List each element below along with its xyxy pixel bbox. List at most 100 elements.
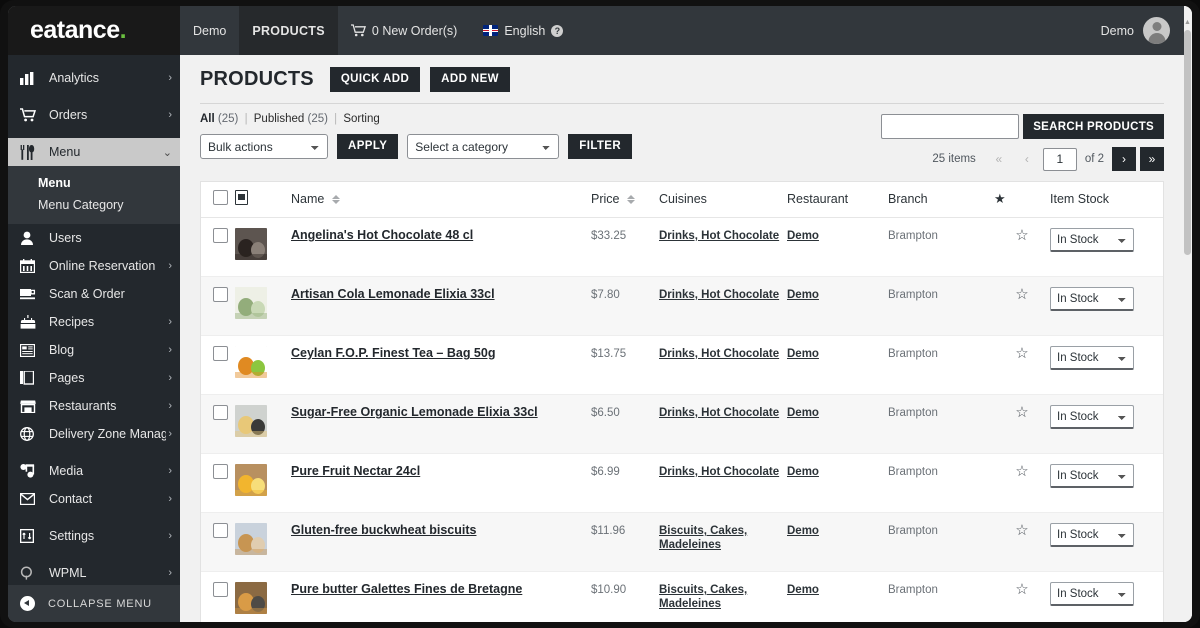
sidebar-item-pages[interactable]: Pages › — [8, 364, 180, 392]
pagination-page-input[interactable] — [1042, 147, 1077, 171]
collapse-menu-button[interactable]: COLLAPSE MENU — [8, 585, 180, 622]
item-stock-select[interactable]: In StockOut of Stock — [1050, 464, 1134, 489]
cuisine-link[interactable]: Biscuits, Cakes, Madeleines — [659, 584, 747, 610]
cuisine-link[interactable]: Drinks, Hot Chocolate — [659, 348, 779, 360]
search-products-button[interactable]: SEARCH PRODUCTS — [1023, 114, 1164, 140]
row-checkbox[interactable] — [213, 228, 228, 244]
sidebar-item-users[interactable]: Users — [8, 224, 180, 252]
favorite-star-icon[interactable]: ☆ — [1015, 522, 1028, 539]
pagination-first-button[interactable]: « — [987, 147, 1011, 171]
row-checkbox[interactable] — [213, 523, 228, 539]
product-name-link[interactable]: Ceylan F.O.P. Finest Tea – Bag 50g — [291, 346, 495, 360]
product-thumbnail[interactable] — [235, 287, 267, 320]
category-select[interactable]: Select a category — [407, 134, 560, 160]
product-name-link[interactable]: Sugar-Free Organic Lemonade Elixia 33cl — [291, 405, 538, 419]
avatar[interactable] — [1143, 17, 1170, 44]
item-stock-select[interactable]: In StockOut of Stock — [1050, 523, 1134, 548]
product-thumbnail[interactable] — [235, 464, 267, 497]
row-checkbox[interactable] — [213, 346, 228, 362]
product-thumbnail[interactable] — [235, 346, 267, 379]
status-all-label[interactable]: All — [200, 113, 215, 125]
favorite-star-icon[interactable]: ☆ — [1015, 286, 1028, 303]
sidebar-item-wpml[interactable]: WPML › — [8, 559, 180, 587]
apply-button[interactable]: APPLY — [337, 134, 399, 160]
header-price[interactable]: Price — [591, 182, 659, 219]
product-price: $33.25 — [591, 230, 627, 243]
topnav-item-demo[interactable]: Demo — [180, 6, 239, 55]
restaurant-link[interactable]: Demo — [787, 348, 819, 360]
sidebar-item-analytics[interactable]: Analytics › — [8, 64, 180, 92]
pagination-prev-button[interactable]: ‹ — [1015, 147, 1039, 171]
topnav-item-new-orders[interactable]: 0 New Order(s) — [338, 6, 470, 55]
sidebar-subitem-menu-category[interactable]: Menu Category — [8, 194, 180, 216]
sidebar-item-scan-order[interactable]: Scan & Order — [8, 280, 180, 308]
status-published-label[interactable]: Published — [254, 113, 305, 125]
sidebar-item-delivery-zone-manager[interactable]: Delivery Zone Manager › — [8, 420, 180, 448]
product-name-link[interactable]: Pure Fruit Nectar 24cl — [291, 464, 420, 478]
sidebar-item-media[interactable]: Media › — [8, 457, 180, 485]
sort-icon[interactable] — [626, 195, 635, 205]
item-stock-select[interactable]: In StockOut of Stock — [1050, 228, 1134, 253]
sidebar-item-orders[interactable]: Orders › — [8, 101, 180, 129]
row-checkbox[interactable] — [213, 287, 228, 303]
favorite-star-icon[interactable]: ☆ — [1015, 581, 1028, 598]
restaurant-link[interactable]: Demo — [787, 407, 819, 419]
row-checkbox[interactable] — [213, 405, 228, 421]
pagination-last-button[interactable]: » — [1140, 147, 1164, 172]
restaurant-link[interactable]: Demo — [787, 525, 819, 537]
select-all-checkbox[interactable] — [213, 190, 228, 206]
item-stock-select[interactable]: In StockOut of Stock — [1050, 346, 1134, 371]
cuisine-link[interactable]: Drinks, Hot Chocolate — [659, 466, 779, 478]
sidebar-item-restaurants[interactable]: Restaurants › — [8, 392, 180, 420]
sidebar-item-settings[interactable]: Settings › — [8, 522, 180, 550]
product-thumbnail[interactable] — [235, 582, 267, 615]
restaurant-link[interactable]: Demo — [787, 289, 819, 301]
row-checkbox[interactable] — [213, 582, 228, 598]
item-stock-select[interactable]: In StockOut of Stock — [1050, 582, 1134, 607]
sidebar-subitem-menu[interactable]: Menu — [8, 172, 180, 194]
pagination-next-button[interactable]: › — [1112, 147, 1136, 172]
restaurant-link[interactable]: Demo — [787, 466, 819, 478]
cuisine-link[interactable]: Drinks, Hot Chocolate — [659, 407, 779, 419]
row-checkbox[interactable] — [213, 464, 228, 480]
add-new-button[interactable]: ADD NEW — [430, 67, 510, 93]
sidebar-item-menu[interactable]: Menu ⌄ — [8, 138, 180, 166]
sidebar-item-online-reservation[interactable]: Online Reservation › — [8, 252, 180, 280]
page-scrollbar-thumb[interactable] — [1184, 30, 1191, 255]
filter-button[interactable]: FILTER — [568, 134, 633, 160]
favorite-star-icon[interactable]: ☆ — [1015, 404, 1028, 421]
sidebar-item-recipes[interactable]: Recipes › — [8, 308, 180, 336]
topnav-item-language[interactable]: English ? — [470, 6, 576, 55]
cuisine-link[interactable]: Biscuits, Cakes, Madeleines — [659, 525, 747, 551]
product-thumbnail[interactable] — [235, 228, 267, 261]
favorite-star-icon[interactable]: ☆ — [1015, 227, 1028, 244]
brand-logo[interactable]: eatance. — [8, 6, 180, 55]
item-stock-select[interactable]: In StockOut of Stock — [1050, 287, 1134, 312]
topnav-item-products[interactable]: PRODUCTS — [239, 6, 338, 55]
status-sorting-label[interactable]: Sorting — [343, 113, 379, 125]
header-name[interactable]: Name — [291, 182, 591, 219]
cuisine-link[interactable]: Drinks, Hot Chocolate — [659, 230, 779, 242]
cuisine-link[interactable]: Drinks, Hot Chocolate — [659, 289, 779, 301]
favorite-star-icon[interactable]: ☆ — [1015, 345, 1028, 362]
product-name-link[interactable]: Artisan Cola Lemonade Elixia 33cl — [291, 287, 495, 301]
product-thumbnail[interactable] — [235, 523, 267, 556]
sort-icon[interactable] — [331, 195, 340, 205]
row-name-cell: Artisan Cola Lemonade Elixia 33cl — [291, 276, 591, 337]
quick-add-button[interactable]: QUICK ADD — [329, 67, 421, 93]
item-stock-select[interactable]: In StockOut of Stock — [1050, 405, 1134, 430]
product-name-link[interactable]: Gluten-free buckwheat biscuits — [291, 523, 476, 537]
restaurant-link[interactable]: Demo — [787, 230, 819, 242]
restaurant-link[interactable]: Demo — [787, 584, 819, 596]
sidebar-item-contact[interactable]: Contact › — [8, 485, 180, 513]
topbar-user-area[interactable]: Demo — [1101, 6, 1184, 55]
product-thumbnail[interactable] — [235, 405, 267, 438]
product-name-link[interactable]: Pure butter Galettes Fines de Bretagne — [291, 582, 522, 596]
bulk-actions-select[interactable]: Bulk actions — [200, 134, 328, 160]
favorite-star-icon[interactable]: ☆ — [1015, 463, 1028, 480]
product-name-link[interactable]: Angelina's Hot Chocolate 48 cl — [291, 228, 473, 242]
search-input[interactable] — [881, 114, 1020, 140]
help-icon[interactable]: ? — [551, 24, 564, 37]
scroll-up-arrow-icon[interactable]: ▲ — [1184, 18, 1191, 28]
sidebar-item-blog[interactable]: Blog › — [8, 336, 180, 364]
